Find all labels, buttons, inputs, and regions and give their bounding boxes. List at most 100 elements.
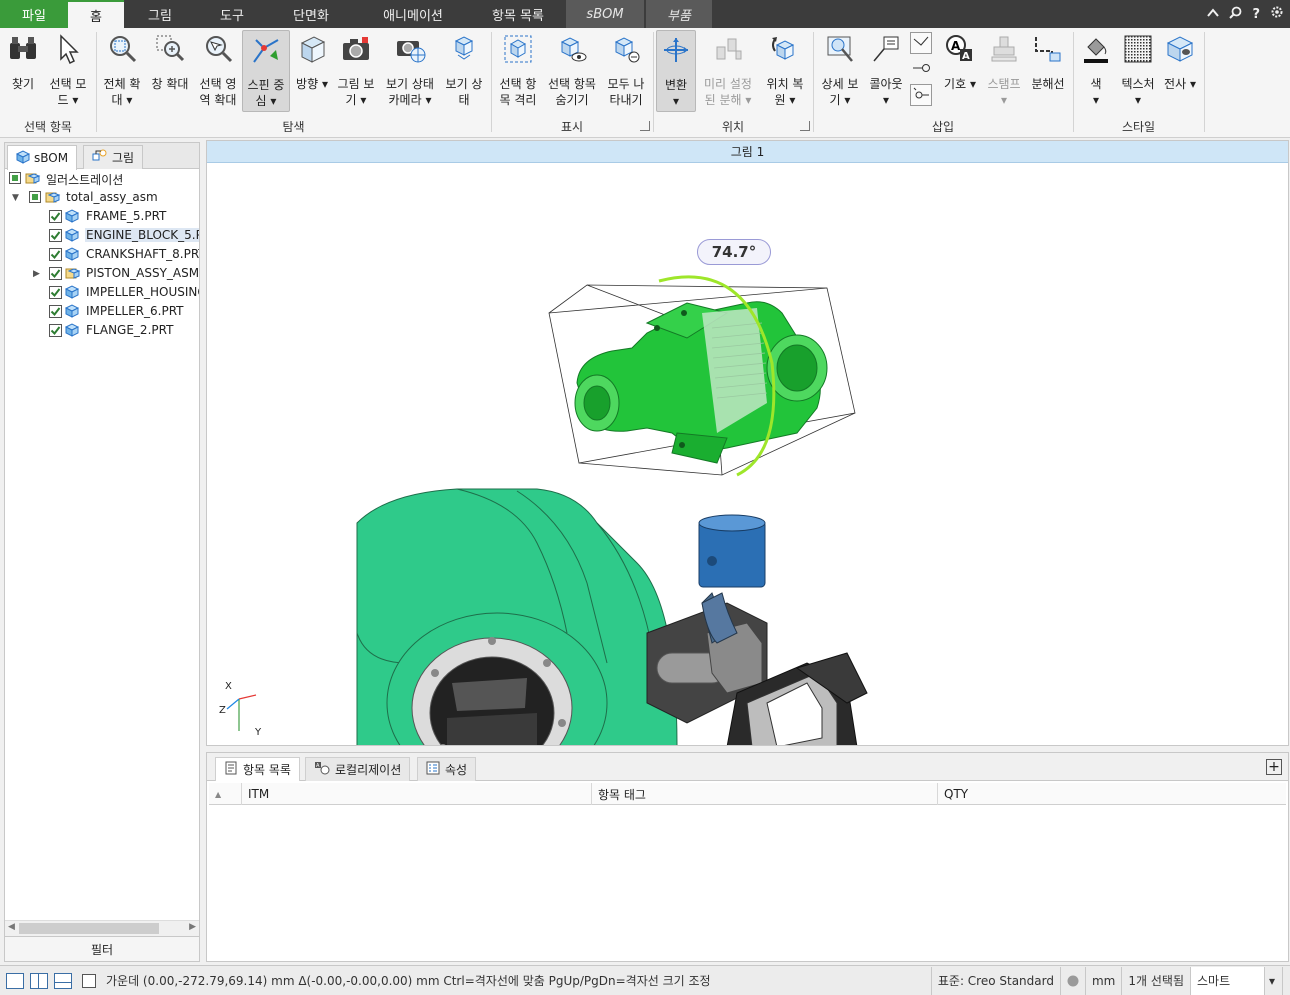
tab-tools[interactable]: 도구 (196, 0, 268, 28)
select-mode-button[interactable]: 선택 모 드 ▾ (46, 30, 90, 108)
visibility-checkbox[interactable] (49, 248, 62, 261)
visibility-checkbox[interactable] (49, 210, 62, 223)
leader-end-icon[interactable] (910, 58, 932, 80)
gear-icon[interactable] (1270, 5, 1284, 23)
column-qty[interactable]: QTY (937, 783, 1286, 805)
column-item-tag[interactable]: 항목 태그 (591, 783, 937, 805)
find-button[interactable]: 찾기 (6, 30, 40, 92)
visibility-checkbox[interactable] (49, 324, 62, 337)
preset-explode-button[interactable]: 미리 설정 된 분해 ▾ (700, 30, 756, 108)
illustration-icon (25, 171, 41, 185)
layout-single-icon[interactable] (6, 972, 24, 989)
tree-item[interactable]: FRAME_5.PRT (5, 207, 199, 226)
chevron-down-icon[interactable]: ▾ (1264, 966, 1282, 995)
svg-text:A: A (962, 51, 970, 62)
menu-bar: 파일 홈 그림 도구 단면화 애니메이션 항목 목록 sBOM 부품 ? (0, 0, 1290, 28)
tab-sbom-tree[interactable]: sBOM (7, 145, 78, 170)
explode-line-button[interactable]: 분해선 (1028, 30, 1068, 92)
color-button[interactable]: 색 ▾ (1078, 30, 1114, 108)
filter-button[interactable]: 필터 (5, 936, 199, 961)
tree-item[interactable]: IMPELLER_HOUSING (5, 283, 199, 302)
scroll-left-icon[interactable]: ◀ (8, 922, 15, 932)
axis-triad: X Z Y (219, 681, 271, 741)
selection-filter-select[interactable]: 스마트 (1190, 966, 1264, 995)
scroll-thumb[interactable] (19, 923, 159, 934)
hide-icon (555, 30, 589, 68)
zoom-selection-icon (201, 30, 235, 68)
texture-button[interactable]: 텍스처 ▾ (1116, 30, 1160, 108)
hide-selected-button[interactable]: 선택 항목 숨기기 (544, 30, 600, 108)
visibility-checkbox[interactable] (49, 286, 62, 299)
explode-icon (711, 30, 745, 68)
view-state-camera-button[interactable]: 보기 상태 카메라 ▾ (382, 30, 438, 108)
scroll-right-icon[interactable]: ▶ (189, 922, 196, 932)
layout-split-icon[interactable] (30, 972, 48, 989)
tab-drawing[interactable]: 그림 (124, 0, 196, 28)
show-all-button[interactable]: 모두 나 타내기 (604, 30, 648, 108)
sort-indicator-icon[interactable]: ▲ (209, 783, 241, 805)
add-button[interactable]: + (1266, 759, 1282, 775)
column-itm[interactable]: ITM (241, 783, 591, 805)
tab-animation[interactable]: 애니메이션 (354, 0, 472, 28)
orient-button[interactable]: 방향 ▾ (292, 30, 332, 92)
search-icon[interactable] (1229, 6, 1242, 23)
tab-file[interactable]: 파일 (0, 0, 68, 28)
status-dot-icon (1059, 966, 1085, 995)
decal-button[interactable]: 전사 ▾ (1162, 30, 1198, 92)
view-state-icon (447, 30, 481, 68)
resize-grip[interactable] (1282, 966, 1290, 995)
tab-sbom[interactable]: sBOM (566, 0, 644, 28)
callout-button[interactable]: 콜아웃 ▾ (866, 30, 906, 108)
tab-item-list[interactable]: 항목 목록 (472, 0, 564, 28)
symbol-button[interactable]: AA 기호 ▾ (940, 30, 980, 92)
visibility-checkbox[interactable] (49, 267, 62, 280)
tab-properties[interactable]: 속성 (417, 757, 477, 781)
tab-home[interactable]: 홈 (68, 0, 124, 28)
view-button[interactable]: 그림 보 기 ▾ (334, 30, 378, 108)
view-state-button[interactable]: 보기 상 태 (442, 30, 486, 108)
leader-break-icon[interactable] (910, 84, 932, 106)
engine-block-model[interactable] (548, 284, 856, 476)
isolate-icon (501, 30, 535, 68)
tree-item[interactable]: 일러스트레이션 (5, 169, 199, 188)
tab-item-list-panel[interactable]: 항목 목록 (215, 757, 300, 781)
tab-drawing-tree[interactable]: 그림 (83, 145, 144, 169)
tree-item[interactable]: ▼ total_assy_asm (5, 188, 199, 207)
tab-localization[interactable]: A 로컬리제이션 (305, 757, 411, 781)
tree-item[interactable]: IMPELLER_6.PRT (5, 302, 199, 321)
tree-expander-icon[interactable]: ▶ (33, 269, 40, 279)
collapse-ribbon-icon[interactable] (1207, 7, 1220, 22)
message-toggle-icon[interactable] (82, 973, 96, 988)
fit-all-button[interactable]: 전체 확 대 ▾ (100, 30, 144, 108)
restore-position-button[interactable]: 위치 복 원 ▾ (762, 30, 808, 108)
tab-sectioning[interactable]: 단면화 (268, 0, 354, 28)
tree-expander-icon[interactable]: ▼ (12, 193, 19, 203)
group-separator (653, 32, 654, 132)
part-icon (64, 285, 80, 299)
layout-bottom-icon[interactable] (54, 972, 72, 989)
isolate-button[interactable]: 선택 항 목 격리 (496, 30, 540, 108)
visibility-checkbox[interactable] (49, 229, 62, 242)
tab-part[interactable]: 부품 (646, 0, 712, 28)
tree-item[interactable]: CRANKSHAFT_8.PRT (5, 245, 199, 264)
axis-z-label: Z (219, 705, 226, 716)
zoom-selected-button[interactable]: 선택 영 역 확대 (196, 30, 240, 108)
window-zoom-button[interactable]: 창 확대 (148, 30, 192, 92)
horizontal-scrollbar[interactable]: ◀ ▶ (5, 920, 199, 936)
tree-item[interactable]: ENGINE_BLOCK_5.PRT (5, 226, 199, 245)
ribbon: 찾기 선택 모 드 ▾ 선택 항목 전체 확 대 ▾ 창 확대 선택 영 역 확… (0, 28, 1290, 138)
frame-crankshaft-model[interactable] (646, 602, 868, 746)
help-icon[interactable]: ? (1252, 7, 1260, 22)
impeller-housing-model[interactable] (356, 488, 678, 746)
transform-button[interactable]: 변환 ▾ (656, 30, 696, 112)
stamp-button[interactable]: 스탬프 ▾ (984, 30, 1024, 108)
tree-item[interactable]: FLANGE_2.PRT (5, 321, 199, 340)
spin-center-button[interactable]: 스핀 중 심 ▾ (242, 30, 290, 112)
detail-view-button[interactable]: 상세 보 기 ▾ (818, 30, 862, 108)
leader-line-icon[interactable] (910, 32, 932, 54)
tree-item[interactable]: ▶ PISTON_ASSY_ASM_ (5, 264, 199, 283)
visibility-checkbox[interactable] (49, 305, 62, 318)
group-separator (96, 32, 97, 132)
assembly-icon (65, 266, 81, 280)
graphics-window[interactable]: 그림 1 74.7° X Z Y (206, 140, 1289, 746)
